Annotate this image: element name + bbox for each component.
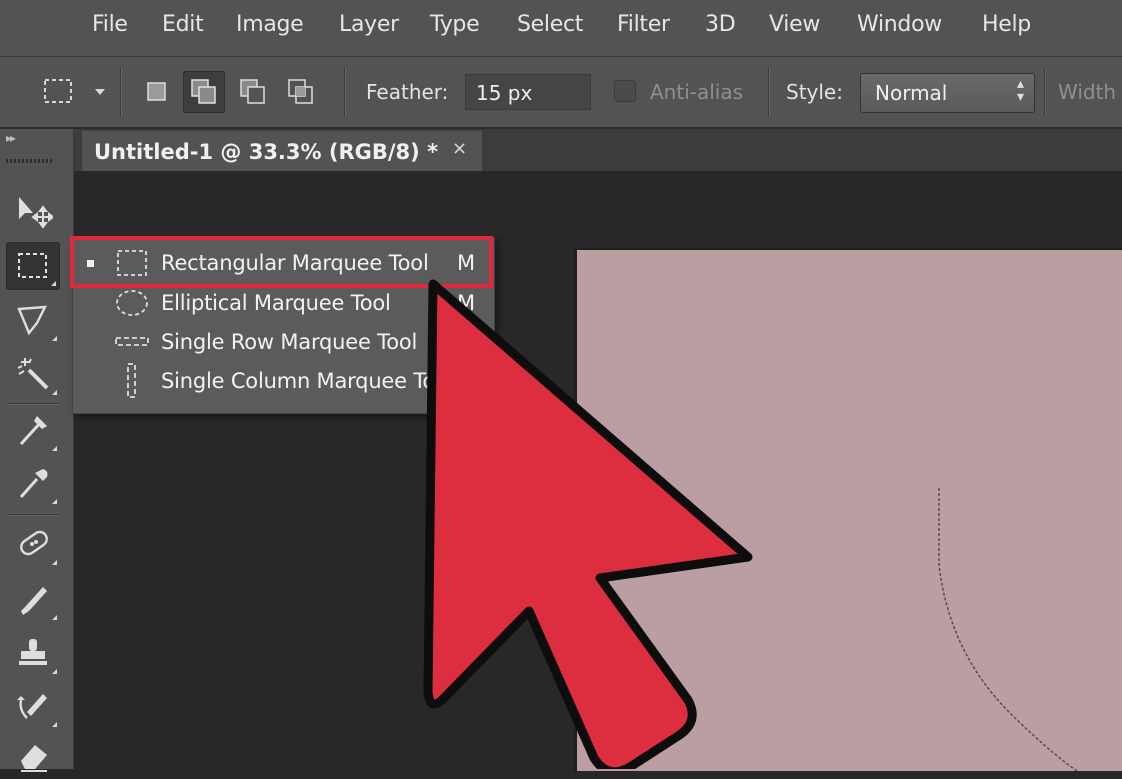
divider	[8, 403, 60, 405]
menu-select[interactable]: Select	[517, 12, 583, 37]
anti-alias-label: Anti-alias	[650, 80, 744, 104]
divider	[120, 67, 122, 117]
new-selection-button[interactable]	[136, 71, 178, 113]
double-chevron-right-icon[interactable]: ▸▸	[6, 131, 16, 145]
history-brush-tool[interactable]	[6, 682, 60, 730]
eyedropper-tool[interactable]	[6, 459, 60, 507]
chevron-down-icon[interactable]	[94, 88, 106, 96]
submenu-indicator	[52, 669, 57, 674]
single-row-marquee-icon	[115, 328, 149, 356]
magic-wand-icon	[17, 358, 49, 390]
magic-wand-tool[interactable]	[6, 350, 60, 398]
width-label: Width	[1058, 80, 1117, 104]
lasso-tool[interactable]	[6, 296, 60, 344]
submenu-indicator	[52, 390, 57, 395]
add-to-selection-button[interactable]	[183, 71, 225, 113]
elliptical-marquee-menu-item[interactable]: Elliptical Marquee Tool M	[73, 283, 492, 322]
single-row-marquee-menu-item[interactable]: Single Row Marquee Tool	[73, 322, 492, 361]
rectangular-marquee-icon	[18, 253, 47, 278]
rectangular-marquee-icon	[44, 79, 72, 103]
spot-healing-tool[interactable]	[6, 520, 60, 568]
options-bar: Feather: 15 px Anti-alias Style: Normal …	[0, 57, 1122, 129]
menu-type[interactable]: Type	[430, 12, 480, 37]
submenu-indicator	[52, 336, 57, 341]
menu-window[interactable]: Window	[857, 12, 942, 37]
close-icon[interactable]: ×	[452, 138, 467, 159]
submenu-indicator	[52, 722, 57, 727]
updown-arrows-icon: ▴ ▾	[1016, 76, 1024, 105]
eraser-tool[interactable]	[6, 731, 60, 779]
feather-label: Feather:	[366, 80, 449, 104]
document-tab[interactable]: Untitled-1 @ 33.3% (RGB/8) *	[82, 131, 482, 171]
subtract-from-selection-button[interactable]	[232, 71, 274, 113]
brush-tool[interactable]	[6, 575, 60, 623]
subtract-selection-icon	[240, 79, 265, 104]
clone-stamp-icon	[19, 639, 47, 665]
menu-bar: File Edit Image Layer Type Select Filter…	[0, 0, 1122, 57]
menu-item-label: Single Column Marquee Tool	[161, 369, 454, 393]
toolbox-panel: ▸▸	[0, 129, 74, 772]
new-selection-icon	[147, 82, 166, 101]
menu-file[interactable]: File	[92, 12, 128, 37]
document-tab-title: Untitled-1 @ 33.3% (RGB/8) *	[94, 140, 439, 164]
highlight-box	[70, 236, 493, 288]
divider	[344, 67, 346, 117]
submenu-indicator	[52, 499, 57, 504]
single-column-marquee-icon	[115, 363, 149, 398]
anti-alias-checkbox[interactable]	[614, 80, 636, 102]
style-select-value: Normal	[875, 81, 948, 105]
selection-marquee-path	[938, 488, 1078, 771]
crop-tool-icon	[19, 416, 47, 446]
document-canvas[interactable]	[574, 248, 1122, 771]
rectangular-marquee-tool[interactable]	[6, 242, 60, 290]
menu-edit[interactable]: Edit	[162, 12, 204, 37]
menu-item-label: Single Row Marquee Tool	[161, 330, 418, 354]
menu-image[interactable]: Image	[236, 12, 304, 37]
move-tool-icon	[19, 197, 53, 229]
crop-tool[interactable]	[6, 406, 60, 454]
menu-help[interactable]: Help	[982, 12, 1031, 37]
clone-stamp-tool[interactable]	[6, 629, 60, 677]
shortcut-key: M	[457, 291, 475, 315]
healing-brush-icon	[20, 530, 48, 556]
submenu-indicator	[52, 560, 57, 565]
style-select[interactable]: Normal ▴ ▾	[860, 73, 1035, 113]
eraser-icon	[21, 745, 47, 772]
feather-input[interactable]: 15 px	[465, 74, 591, 110]
lasso-tool-icon	[17, 305, 48, 336]
intersect-selection-button[interactable]	[280, 71, 322, 113]
move-tool[interactable]	[6, 187, 60, 235]
style-label: Style:	[786, 80, 843, 104]
brush-tool-icon	[21, 587, 47, 615]
intersect-selection-icon	[288, 79, 313, 104]
add-to-selection-icon	[191, 79, 216, 104]
menu-filter[interactable]: Filter	[617, 12, 670, 37]
document-tab-bar: Untitled-1 @ 33.3% (RGB/8) *	[74, 129, 1122, 171]
eyedropper-icon	[19, 469, 48, 498]
tool-preset-picker[interactable]	[36, 71, 82, 113]
menu-view[interactable]: View	[769, 12, 820, 37]
panel-grip[interactable]	[6, 159, 52, 163]
divider	[8, 514, 60, 516]
history-brush-icon	[17, 694, 47, 719]
divider	[1044, 67, 1046, 117]
divider	[768, 67, 770, 117]
submenu-indicator	[51, 281, 56, 286]
menu-3d[interactable]: 3D	[705, 12, 736, 37]
submenu-indicator	[52, 446, 57, 451]
elliptical-marquee-icon	[115, 289, 149, 317]
single-column-marquee-menu-item[interactable]: Single Column Marquee Tool	[73, 361, 492, 400]
menu-layer[interactable]: Layer	[339, 12, 399, 37]
menu-item-label: Elliptical Marquee Tool	[161, 291, 391, 315]
submenu-indicator	[52, 615, 57, 620]
